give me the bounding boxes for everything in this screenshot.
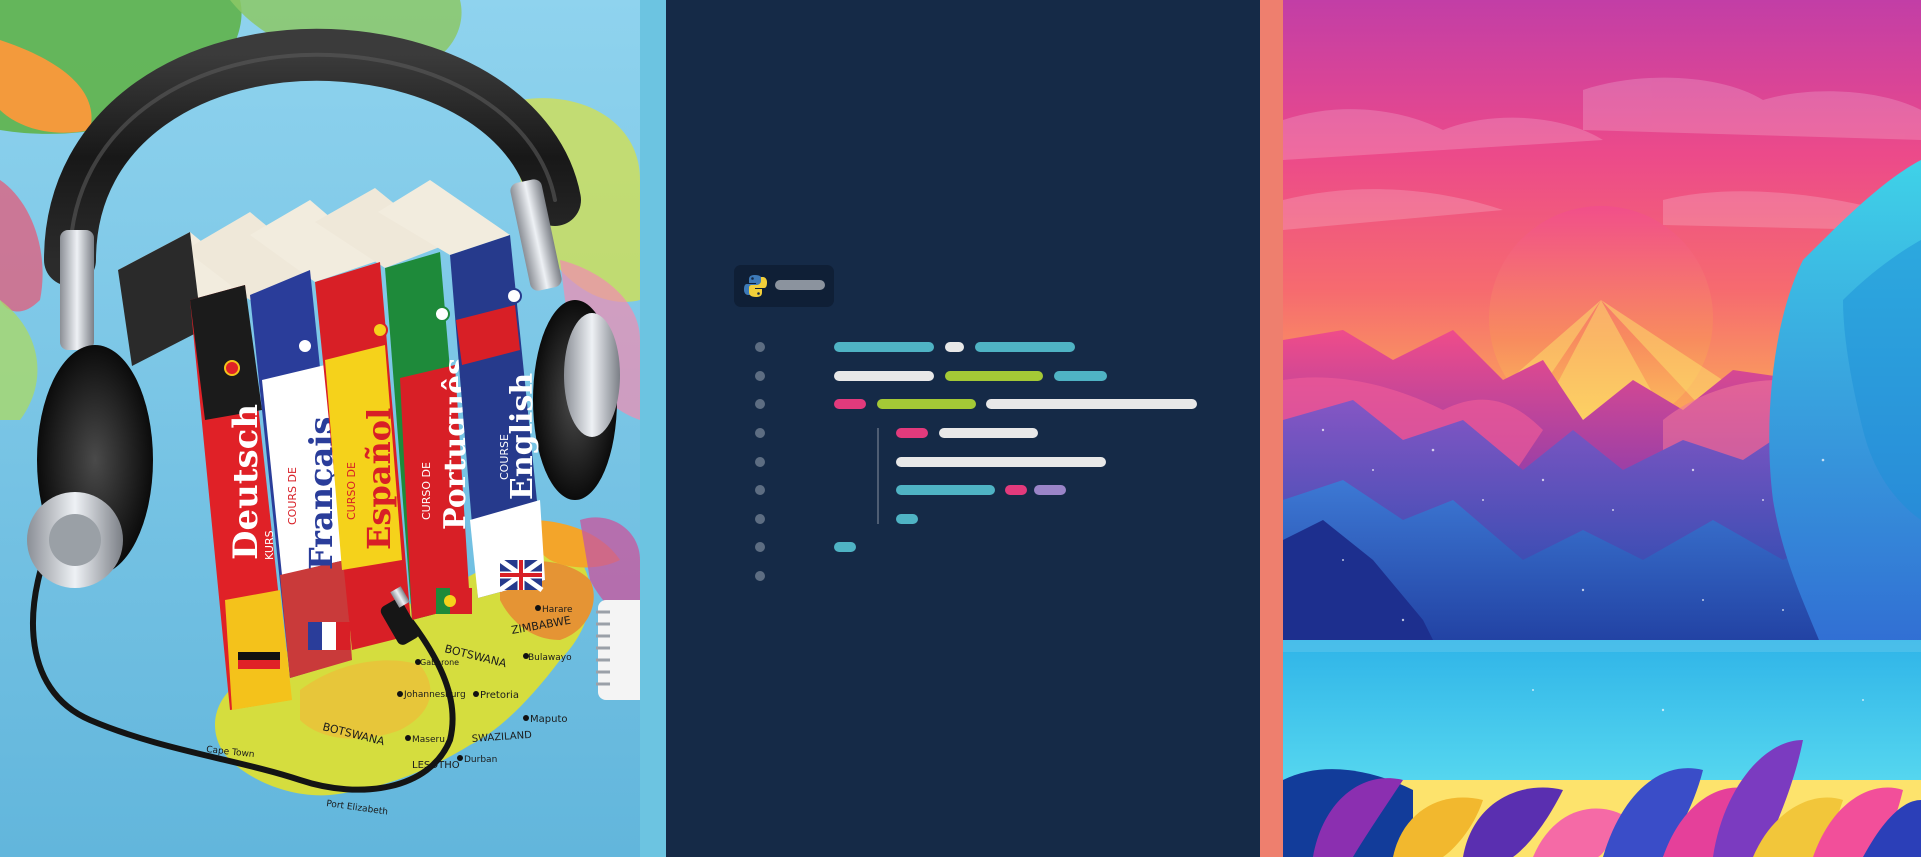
code-editor-graphic bbox=[734, 265, 1197, 581]
map-label: Durban bbox=[464, 755, 497, 765]
sunset-landscape-graphic bbox=[1283, 0, 1921, 857]
line-gutter bbox=[755, 342, 765, 581]
map-label: Johannesburg bbox=[403, 690, 466, 700]
divider-strip-blue bbox=[640, 0, 666, 857]
map-label: Maseru bbox=[412, 735, 445, 745]
book-title: Español bbox=[360, 408, 398, 550]
code-line-4 bbox=[896, 428, 1038, 438]
lake bbox=[1283, 640, 1921, 780]
divider-strip-salmon bbox=[1260, 0, 1283, 857]
ear-cup-right-cap bbox=[564, 313, 620, 437]
book-title: Deutsch bbox=[226, 404, 266, 560]
code-line-3 bbox=[834, 399, 1197, 409]
code-line-6 bbox=[896, 485, 1066, 495]
book-subtitle: COURS DE bbox=[286, 467, 299, 525]
file-name-placeholder bbox=[775, 280, 825, 290]
code-line-8 bbox=[834, 542, 856, 552]
headphone-slider-left bbox=[60, 230, 94, 350]
code-line-2 bbox=[834, 371, 1107, 381]
illustration-collage: ZIMBABWE Harare Bulawayo BOTSWANA BOTSWA… bbox=[0, 0, 1921, 857]
code-line-5 bbox=[896, 457, 1106, 467]
book-subtitle: COURSE bbox=[498, 434, 511, 480]
map-label: Pretoria bbox=[480, 690, 519, 701]
code-editor-illustration bbox=[666, 0, 1260, 857]
map-label: Bulawayo bbox=[528, 653, 572, 663]
language-books-illustration: ZIMBABWE Harare Bulawayo BOTSWANA BOTSWA… bbox=[0, 0, 640, 857]
code-line-1 bbox=[834, 342, 1075, 352]
map-label: Maputo bbox=[530, 714, 567, 725]
map-label: Harare bbox=[542, 605, 573, 615]
sunset-landscape-illustration bbox=[1283, 0, 1921, 857]
notebook-edge bbox=[596, 600, 640, 700]
book-subtitle: CURSO DE bbox=[345, 462, 358, 520]
language-books-photo: ZIMBABWE Harare Bulawayo BOTSWANA BOTSWA… bbox=[0, 0, 640, 857]
book-subtitle: CURSO DE bbox=[420, 462, 433, 520]
code-line-7 bbox=[896, 514, 918, 524]
code-lines bbox=[834, 342, 1197, 552]
book-subtitle: KURS bbox=[263, 530, 276, 560]
